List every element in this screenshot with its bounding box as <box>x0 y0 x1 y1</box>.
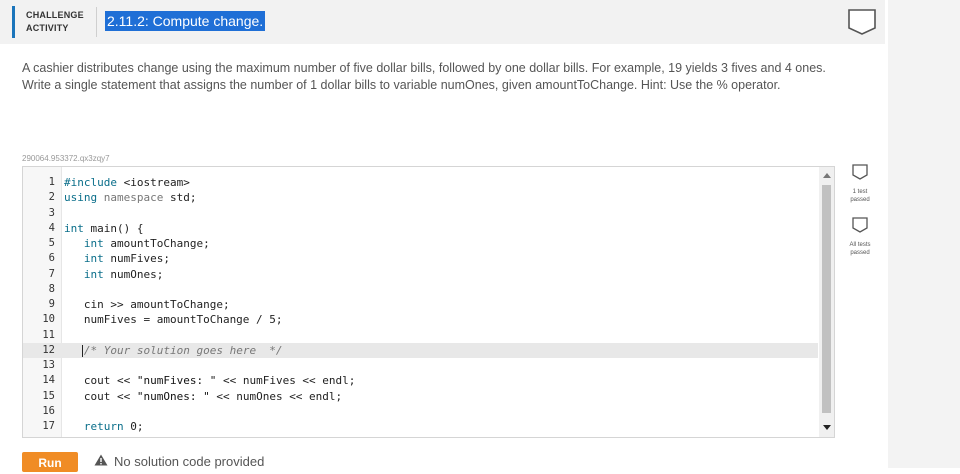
code-line[interactable]: 7 int numOnes; <box>23 267 818 282</box>
code-editor[interactable]: 1 #include <iostream> 2 using namespace st… <box>22 166 835 438</box>
code-line[interactable]: 13 <box>23 358 818 373</box>
code-line[interactable]: 10 numFives = amountToChange / 5; <box>23 312 818 327</box>
line-number: 12 <box>42 343 55 356</box>
test-label-line2: passed <box>850 250 870 256</box>
line-number: 3 <box>48 206 55 219</box>
code-line[interactable]: 3 <box>23 206 818 221</box>
line-number: 10 <box>42 313 55 326</box>
code-line[interactable]: 9 cin >> amountToChange; <box>23 297 818 312</box>
line-number: 9 <box>48 298 55 310</box>
text-cursor <box>82 344 83 357</box>
test-result-2: All tests passed <box>840 216 880 257</box>
warning-icon <box>94 454 108 466</box>
line-number: 11 <box>42 328 55 341</box>
line-number: 7 <box>48 267 55 280</box>
code-line[interactable]: 8 <box>23 282 818 297</box>
code-line[interactable]: 1 #include <iostream> <box>23 175 818 190</box>
line-number: 16 <box>42 404 55 417</box>
code-line[interactable]: 17 return 0; <box>23 419 818 434</box>
test-results: 1 test passed All tests passed <box>840 163 880 269</box>
line-number: 15 <box>42 389 55 402</box>
activity-header: CHALLENGE ACTIVITY 2.11.2: Compute chang… <box>0 0 885 44</box>
activity-description: A cashier distributes change using the m… <box>22 61 826 92</box>
code-lines[interactable]: 1 #include <iostream> 2 using namespace st… <box>23 175 818 434</box>
test-badge-icon <box>852 217 868 233</box>
test-result-1: 1 test passed <box>840 163 880 204</box>
test-label-line2: passed <box>850 197 870 203</box>
activity-type-label: CHALLENGE ACTIVITY <box>26 9 84 35</box>
line-number: 4 <box>48 221 55 234</box>
run-button[interactable]: Run <box>22 452 78 472</box>
header-accent-bar <box>12 6 15 38</box>
line-number: 2 <box>48 191 55 204</box>
test-badge-icon <box>852 164 868 180</box>
line-number: 14 <box>42 374 55 387</box>
activity-title: 2.11.2: Compute change. <box>105 11 266 31</box>
line-number: 6 <box>48 252 55 265</box>
code-line[interactable]: 5 int amountToChange; <box>23 236 818 251</box>
line-number: 1 <box>48 176 55 188</box>
line-number: 17 <box>42 420 55 432</box>
test-label-line1: All tests <box>849 242 871 248</box>
completion-badge-icon <box>848 9 876 35</box>
run-status: No solution code provided <box>94 454 264 469</box>
activity-identifier: 290064.953372.qx3zqy7 <box>22 154 110 163</box>
test-result-label: All tests passed <box>840 241 880 257</box>
line-number: 8 <box>48 282 55 295</box>
header-divider <box>96 7 97 37</box>
activity-type-line2: ACTIVITY <box>26 23 69 33</box>
code-line[interactable]: 2 using namespace std; <box>23 190 818 205</box>
scrollbar-thumb[interactable] <box>822 185 831 413</box>
line-number: 5 <box>48 237 55 249</box>
activity-type-line1: CHALLENGE <box>26 10 84 20</box>
editor-scrollbar[interactable] <box>819 167 834 437</box>
test-label-line1: 1 test <box>852 189 868 195</box>
code-line-active[interactable]: 12 /* Your solution goes here */ <box>23 342 818 358</box>
line-number: 13 <box>42 359 55 371</box>
scroll-down-arrow-icon[interactable] <box>823 425 831 430</box>
run-status-text: No solution code provided <box>114 454 265 469</box>
code-line[interactable]: 4 int main() { <box>23 221 818 236</box>
code-line[interactable]: 16 <box>23 404 818 419</box>
code-line[interactable]: 6 int numFives; <box>23 251 818 266</box>
code-line[interactable]: 11 <box>23 328 818 343</box>
scroll-up-arrow-icon[interactable] <box>823 173 831 178</box>
code-line[interactable]: 14 cout << "numFives: " << numFives << e… <box>23 373 818 388</box>
code-line[interactable]: 15 cout << "numOnes: " << numOnes << end… <box>23 389 818 404</box>
test-result-label: 1 test passed <box>840 188 880 204</box>
right-side-panel <box>888 0 960 468</box>
